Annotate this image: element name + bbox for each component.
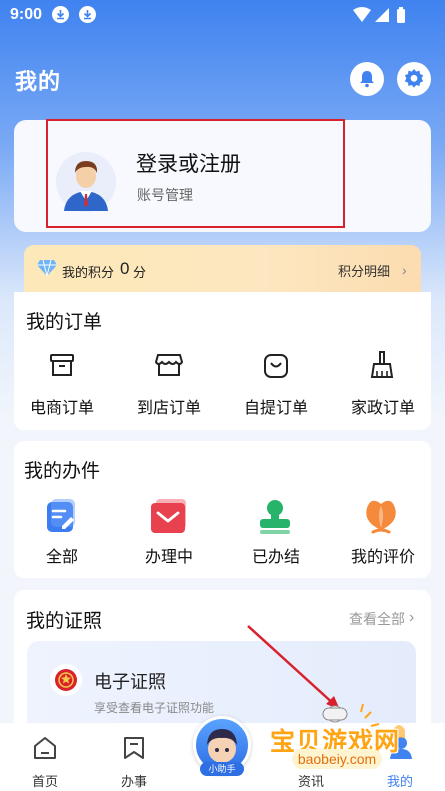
- broom-icon: [369, 350, 395, 385]
- affairs-all[interactable]: 全部: [12, 543, 112, 567]
- battery-icon: [397, 9, 405, 23]
- notification-button[interactable]: [350, 62, 384, 96]
- highlight-box: [46, 119, 345, 228]
- assistant-label[interactable]: 小助手: [200, 762, 244, 776]
- affairs-title: 我的办件: [24, 461, 101, 482]
- signal-icon: [375, 8, 389, 22]
- affairs-completed[interactable]: 已办结: [226, 543, 326, 567]
- nav-home[interactable]: 首页: [15, 771, 75, 790]
- diamond-icon: [37, 259, 57, 277]
- watermark-url: baobeiy.com: [292, 749, 382, 769]
- status-time: 9:00: [10, 6, 43, 23]
- flower-icon: [363, 498, 399, 541]
- bell-icon: [360, 71, 374, 88]
- e-certificate-description: 享受查看电子证照功能: [94, 701, 215, 715]
- stamp-icon: [257, 499, 293, 540]
- certificates-title: 我的证照: [26, 611, 103, 632]
- order-in-store[interactable]: 到店订单: [119, 394, 219, 418]
- affairs-processing[interactable]: 办理中: [119, 543, 219, 567]
- e-certificate-title: 电子证照: [94, 672, 166, 692]
- chevron-right-icon: ›: [402, 262, 407, 278]
- settings-button[interactable]: [397, 62, 431, 96]
- document-edit-icon: [45, 499, 79, 540]
- bookmark-icon[interactable]: [121, 735, 147, 766]
- home-icon[interactable]: [32, 735, 58, 766]
- points-unit: 分: [133, 265, 147, 280]
- view-all-link[interactable]: 查看全部: [349, 609, 405, 629]
- order-ecommerce[interactable]: 电商订单: [12, 394, 112, 418]
- status-indicators: [351, 6, 411, 29]
- download-icon: [79, 6, 96, 23]
- chevron-right-icon: ›: [409, 609, 415, 626]
- points-value: 0: [120, 259, 130, 278]
- page-title: 我的: [15, 69, 62, 94]
- download-icon: [52, 6, 69, 23]
- order-pickup[interactable]: 自提订单: [226, 394, 326, 418]
- orders-title: 我的订单: [26, 312, 103, 333]
- national-emblem-icon: [50, 664, 82, 696]
- order-housekeeping[interactable]: 家政订单: [333, 394, 433, 418]
- status-bar: 9:00: [0, 0, 445, 30]
- archive-box-icon: [49, 352, 75, 383]
- wifi-icon: [353, 7, 371, 22]
- envelope-icon: [150, 499, 188, 540]
- storefront-icon: [154, 352, 184, 383]
- points-detail-link[interactable]: 积分明细: [338, 261, 390, 280]
- affairs-my-reviews[interactable]: 我的评价: [333, 543, 433, 567]
- points-label: 我的积分: [62, 265, 115, 280]
- shopping-bag-icon: [262, 352, 290, 385]
- nav-affairs[interactable]: 办事: [104, 771, 164, 790]
- gear-icon: [404, 69, 424, 88]
